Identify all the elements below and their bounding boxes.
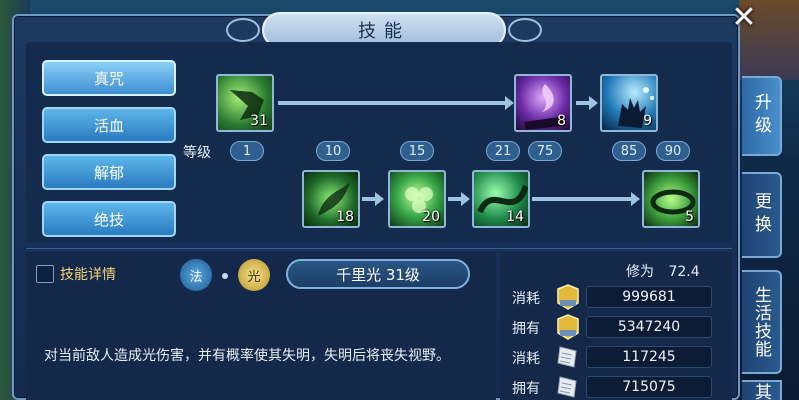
resource-value: 5347240 bbox=[586, 316, 712, 338]
tree-arrow bbox=[576, 96, 598, 110]
resource-label: 拥有 bbox=[512, 321, 540, 337]
resource-label: 拥有 bbox=[512, 381, 540, 397]
xiuwei-display: 修为 72.4 bbox=[626, 261, 700, 281]
resource-row: 拥有 715075 bbox=[512, 376, 712, 400]
resource-value: 999681 bbox=[586, 286, 712, 308]
side-tab-upgrade[interactable]: 升级 bbox=[742, 76, 782, 156]
resource-row: 消耗 117245 bbox=[512, 346, 712, 370]
skill-level: 20 bbox=[422, 209, 440, 225]
tree-arrow bbox=[362, 192, 384, 206]
skill-slot-wave[interactable]: 14 bbox=[472, 170, 530, 228]
skill-description: 对当前敌人造成光伤害，并有概率使其失明，失明后将丧失视野。 bbox=[44, 348, 450, 364]
magic-type-badge: 法 bbox=[180, 259, 212, 291]
scroll-icon bbox=[557, 376, 577, 398]
tab-jueji[interactable]: 绝技 bbox=[42, 201, 176, 237]
title-ornament-left-icon bbox=[226, 18, 260, 42]
skill-slot-vortex[interactable]: 5 bbox=[642, 170, 700, 228]
resource-value: 715075 bbox=[586, 376, 712, 398]
resource-row: 拥有 5347240 bbox=[512, 314, 712, 340]
skill-slot-blue[interactable]: 9 bbox=[600, 74, 658, 132]
side-tab-label: 更换 bbox=[751, 192, 771, 238]
skill-slot-orbs[interactable]: 20 bbox=[388, 170, 446, 228]
tree-arrow bbox=[532, 192, 640, 206]
level-label: 等级 bbox=[183, 145, 211, 161]
scroll-icon bbox=[557, 346, 577, 368]
magic-type-text: 法 bbox=[189, 269, 203, 285]
side-tab-label: 其 bbox=[751, 382, 771, 400]
close-icon[interactable]: ✕ bbox=[726, 0, 762, 36]
xiuwei-value: 72.4 bbox=[668, 264, 700, 280]
skill-slot-grab[interactable]: 31 bbox=[216, 74, 274, 132]
skill-name: 千里光 31级 bbox=[286, 259, 470, 289]
skill-detail-checkbox[interactable] bbox=[36, 265, 54, 283]
resource-row: 消耗 999681 bbox=[512, 284, 712, 310]
resource-value: 117245 bbox=[586, 346, 712, 368]
tree-arrow bbox=[278, 96, 514, 110]
skill-slot-purple[interactable]: 8 bbox=[514, 74, 572, 132]
skill-level: 31 bbox=[250, 113, 268, 129]
level-mark: 10 bbox=[316, 141, 350, 161]
separator-dot bbox=[222, 273, 228, 279]
level-mark: 1 bbox=[230, 141, 264, 161]
side-tab-label: 生活技能 bbox=[751, 286, 771, 358]
resource-label: 消耗 bbox=[512, 351, 540, 367]
skill-level: 18 bbox=[336, 209, 354, 225]
skill-level: 9 bbox=[643, 113, 652, 129]
tree-arrow bbox=[448, 192, 470, 206]
light-element-text: 光 bbox=[247, 269, 261, 285]
gold-exp-icon bbox=[557, 314, 579, 340]
level-mark: 21 bbox=[486, 141, 520, 161]
xiuwei-label: 修为 bbox=[626, 264, 654, 280]
window-title-text: 技能 bbox=[358, 21, 410, 42]
game-screen: 技能 ✕ 真咒 活血 解郁 绝技 31 8 9 等级 1 10 15 21 75… bbox=[0, 0, 799, 400]
title-ornament-right-icon bbox=[508, 18, 542, 42]
side-tab-replace[interactable]: 更换 bbox=[742, 172, 782, 258]
skill-level: 8 bbox=[557, 113, 566, 129]
tab-huoxue[interactable]: 活血 bbox=[42, 107, 176, 143]
level-mark: 85 bbox=[612, 141, 646, 161]
light-element-badge: 光 bbox=[238, 259, 270, 291]
tab-zhenzhou[interactable]: 真咒 bbox=[42, 60, 176, 96]
gold-exp-icon bbox=[557, 284, 579, 310]
level-mark: 75 bbox=[528, 141, 562, 161]
tab-jieyu[interactable]: 解郁 bbox=[42, 154, 176, 190]
level-mark: 15 bbox=[400, 141, 434, 161]
skill-level: 5 bbox=[685, 209, 694, 225]
resource-label: 消耗 bbox=[512, 291, 540, 307]
skill-level: 14 bbox=[506, 209, 524, 225]
side-tab-life-skill[interactable]: 生活技能 bbox=[742, 270, 782, 374]
skill-detail-label: 技能详情 bbox=[60, 267, 116, 283]
section-divider bbox=[26, 248, 732, 249]
level-mark: 90 bbox=[656, 141, 690, 161]
skill-slot-leaf[interactable]: 18 bbox=[302, 170, 360, 228]
side-tab-other[interactable]: 其 bbox=[742, 380, 782, 400]
side-tab-label: 升级 bbox=[751, 93, 771, 139]
